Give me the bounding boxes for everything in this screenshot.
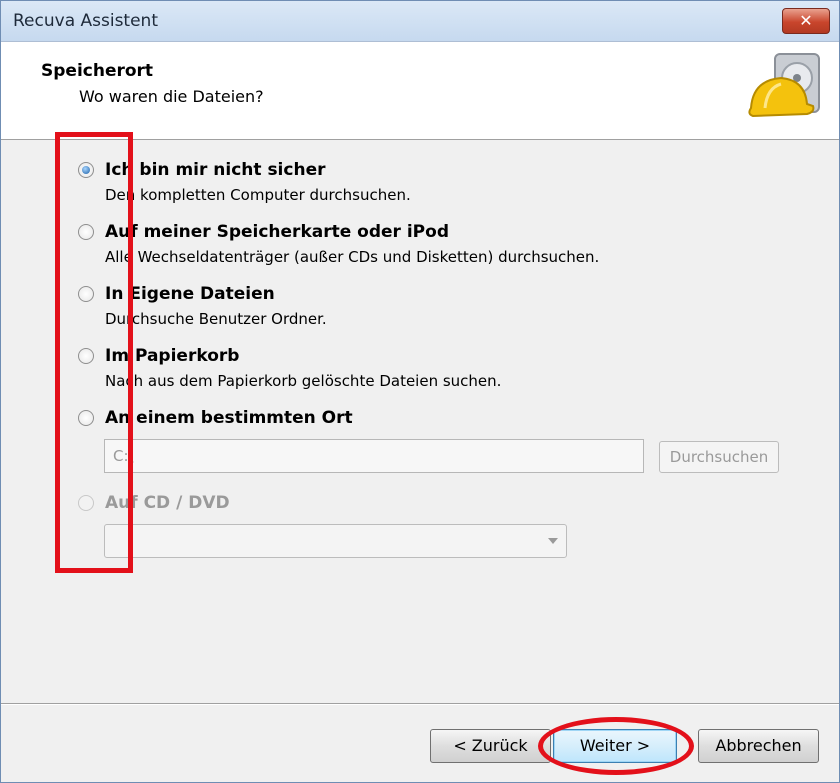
option-description: Durchsuche Benutzer Ordner.: [105, 310, 327, 328]
browse-button[interactable]: Durchsuchen: [659, 441, 779, 473]
option-label: Ich bin mir nicht sicher: [105, 160, 326, 180]
recuva-hardhat-drive-logo-icon: [748, 53, 820, 118]
title-bar[interactable]: Recuva Assistent ✕: [1, 1, 839, 42]
close-button[interactable]: ✕: [782, 8, 830, 34]
wizard-header: Speicherort Wo waren die Dateien?: [1, 42, 839, 140]
cancel-button[interactable]: Abbrechen: [698, 729, 819, 763]
option-label: An einem bestimmten Ort: [105, 408, 353, 428]
option-description: Nach aus dem Papierkorb gelöschte Dateie…: [105, 372, 502, 390]
page-title: Speicherort: [41, 61, 154, 81]
option-description: Alle Wechseldatenträger (außer CDs und D…: [105, 248, 600, 266]
recuva-wizard-window: Recuva Assistent ✕ Speicherort Wo waren …: [0, 0, 840, 783]
window-title: Recuva Assistent: [13, 11, 158, 31]
option-label: Auf meiner Speicherkarte oder iPod: [105, 222, 449, 242]
chevron-down-icon: [548, 538, 558, 544]
footer-divider: [1, 703, 839, 704]
close-icon: ✕: [799, 11, 813, 30]
option-description: Den kompletten Computer durchsuchen.: [105, 186, 411, 204]
location-path-input[interactable]: [104, 439, 644, 473]
annotation-red-ellipse: [538, 717, 694, 775]
back-button[interactable]: < Zurück: [430, 729, 551, 763]
annotation-red-rectangle: [55, 132, 133, 573]
cd-dvd-drive-select[interactable]: [104, 524, 567, 558]
page-subtitle: Wo waren die Dateien?: [79, 87, 264, 106]
